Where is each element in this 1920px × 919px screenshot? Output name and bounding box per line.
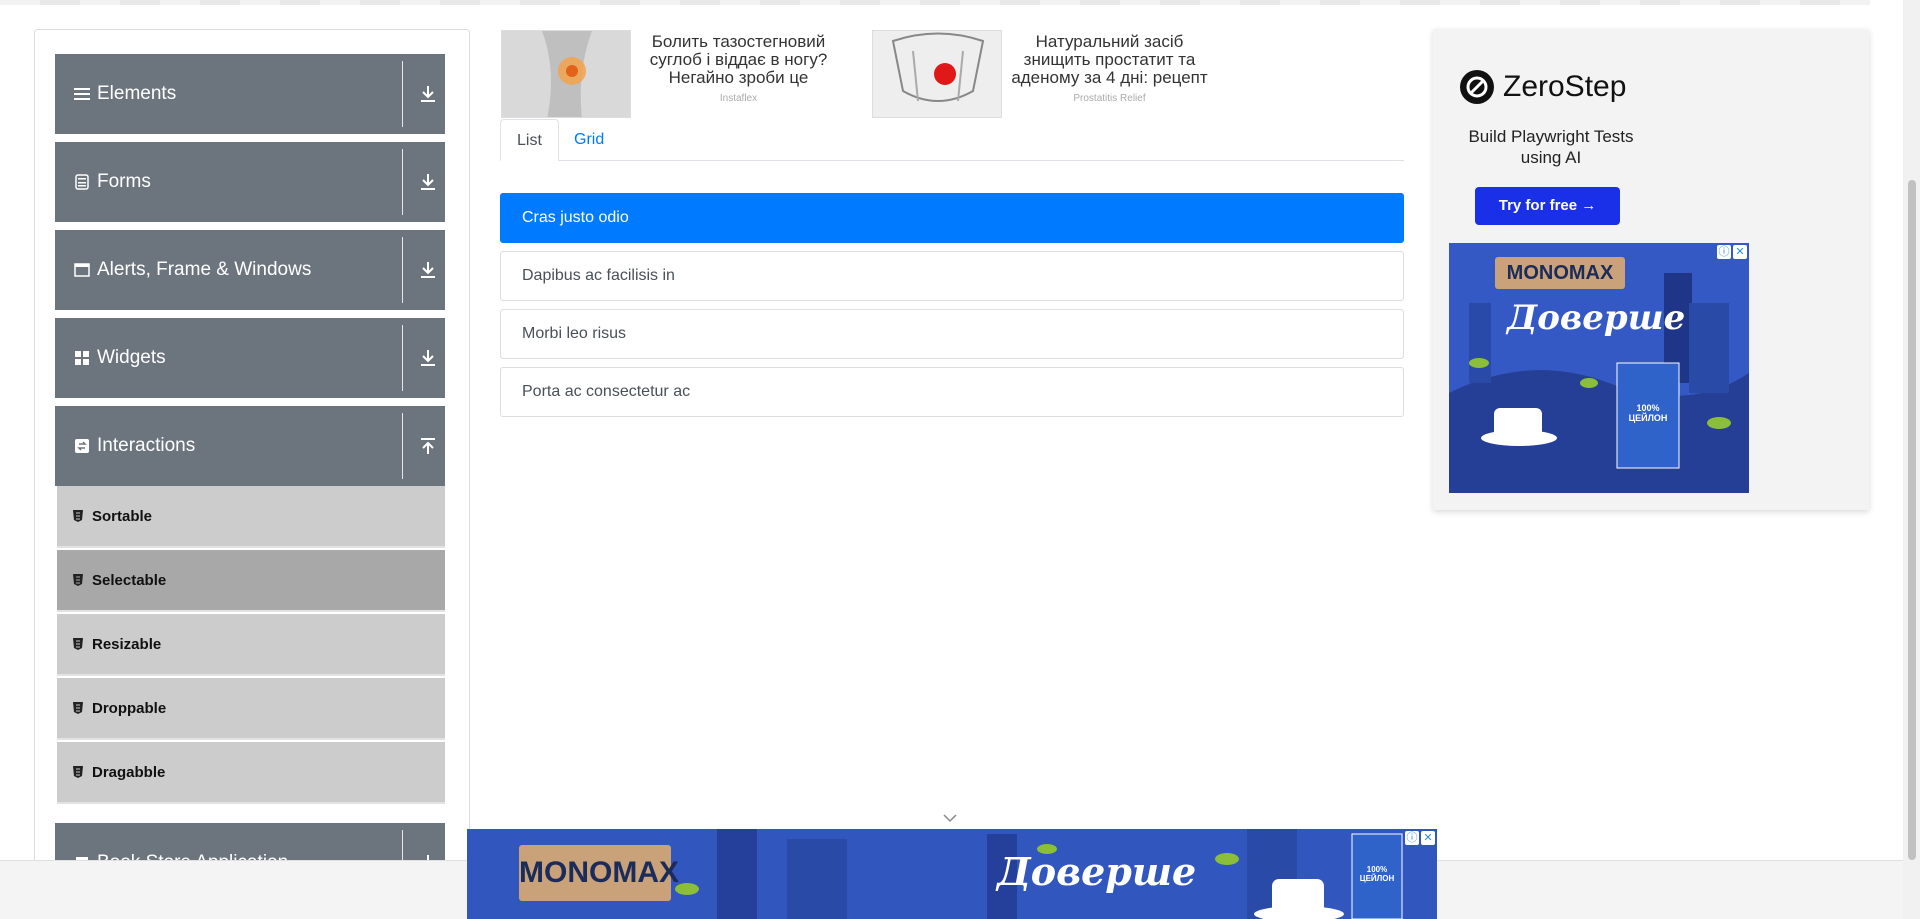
ad-image-hip [501,30,631,118]
monomax-pack-label: 100% ЦЕЙЛОН [1359,865,1395,883]
list-item[interactable]: Cras justo odio [500,193,1404,243]
monomax-pack-label: 100% ЦЕЙЛОН [1628,403,1668,423]
monomax-banner[interactable]: MONOMAX Доверше 100% ЦЕЙЛОН ⓘ ✕ [1449,243,1749,493]
sidebar-item-resizable[interactable]: Resizable [57,614,445,676]
tab-bar: List Grid [500,119,1404,161]
info-icon[interactable]: ⓘ [1717,245,1731,259]
monomax-slogan: Доверше [997,849,1197,894]
form-icon [73,173,91,191]
interactions-icon [73,437,91,455]
sidebar-item-droppable[interactable]: Droppable [57,678,445,740]
ad-headline: Болить тазостегновий суглоб і віддає в н… [649,32,828,87]
ad-instaflex[interactable]: Болить тазостегновий суглоб і віддає в н… [501,30,846,120]
upload-arrow-icon [419,436,437,456]
monomax-logo: MONOMAX [519,845,679,901]
monomax-logo: MONOMAX [1495,257,1625,289]
ad-headline: Натуральний засіб знищить простатит та а… [1011,32,1208,87]
sidebar-item-label: Resizable [92,635,162,653]
html5-icon [73,574,83,586]
divider [402,237,403,303]
scrollbar-thumb[interactable] [1908,180,1916,860]
tab-grid[interactable]: Grid [558,119,620,161]
ad-choices[interactable]: ⓘ ✕ [1405,831,1435,845]
download-arrow-icon [419,260,437,280]
ad-source: Instaflex [719,93,758,104]
widgets-icon [73,349,91,367]
top-banner-strip [0,0,1870,5]
sidebar-group-label: Interactions [97,435,196,456]
ad-image-pelvis [872,30,1002,118]
sidebar-group-interactions[interactable]: Interactions [55,406,445,486]
divider [402,61,403,127]
sidebar-group-widgets[interactable]: Widgets [55,318,445,398]
html5-icon [73,510,83,522]
sidebar-item-label: Dragabble [92,763,166,781]
zerostep-tagline: Build Playwright Tests using AI [1468,127,1634,167]
divider [402,325,403,391]
list-icon [73,85,91,103]
monomax-slogan: Доверше [1507,298,1686,338]
zerostep-logo: ZeroStep [1459,69,1626,105]
sidebar-group-label: Forms [97,171,151,192]
close-icon[interactable]: ✕ [1421,831,1435,845]
sidebar-item-selectable[interactable]: Selectable [57,550,445,612]
ad-text-block: Болить тазостегновий суглоб і віддає в н… [631,30,846,120]
sidebar-item-dragabble[interactable]: Dragabble [57,742,445,804]
sidebar-group-label: Widgets [97,347,166,368]
bottom-monomax-banner[interactable]: MONOMAX Доверше 100% ЦЕЙЛОН ⓘ ✕ [467,829,1437,919]
divider [402,149,403,215]
try-for-free-button[interactable]: Try for free → [1475,187,1620,225]
ad-prostatitis[interactable]: Натуральний засіб знищить простатит та а… [872,30,1217,120]
ad-zerostep[interactable]: ZeroStep Build Playwright Tests using AI… [1433,29,1869,510]
page-scrollbar[interactable] [1903,0,1920,919]
zerostep-brand: ZeroStep [1503,70,1627,103]
sidebar-group-alerts[interactable]: Alerts, Frame & Windows [55,230,445,310]
html5-icon [73,638,83,650]
zerostep-icon [1460,70,1494,104]
sidebar-group-elements[interactable]: Elements [55,54,445,134]
list-item[interactable]: Morbi leo risus [500,309,1404,359]
info-icon[interactable]: ⓘ [1405,831,1419,845]
close-icon[interactable]: ✕ [1733,245,1747,259]
chevron-down-icon[interactable] [942,812,958,824]
sidebar-item-sortable[interactable]: Sortable [57,486,445,548]
tab-list[interactable]: List [500,119,559,161]
window-icon [73,261,91,279]
ad-text-block: Натуральний засіб знищить простатит та а… [1002,30,1217,120]
html5-icon [73,702,83,714]
sidebar-item-label: Selectable [92,571,167,589]
download-arrow-icon [419,348,437,368]
sidebar-group-label: Alerts, Frame & Windows [97,259,312,280]
sidebar-group-forms[interactable]: Forms [55,142,445,222]
divider [402,413,403,479]
download-arrow-icon [419,84,437,104]
sidebar: Elements Forms Alerts, Frame & Windows W… [34,29,470,919]
list-item[interactable]: Dapibus ac facilisis in [500,251,1404,301]
ad-choices[interactable]: ⓘ ✕ [1717,245,1747,259]
sidebar-group-label: Elements [97,83,177,104]
list-item[interactable]: Porta ac consectetur ac [500,367,1404,417]
sidebar-item-label: Droppable [92,699,167,717]
sidebar-item-label: Sortable [92,507,153,525]
html5-icon [73,766,83,778]
ad-source: Prostatitis Relief [1073,93,1146,104]
download-arrow-icon [419,172,437,192]
